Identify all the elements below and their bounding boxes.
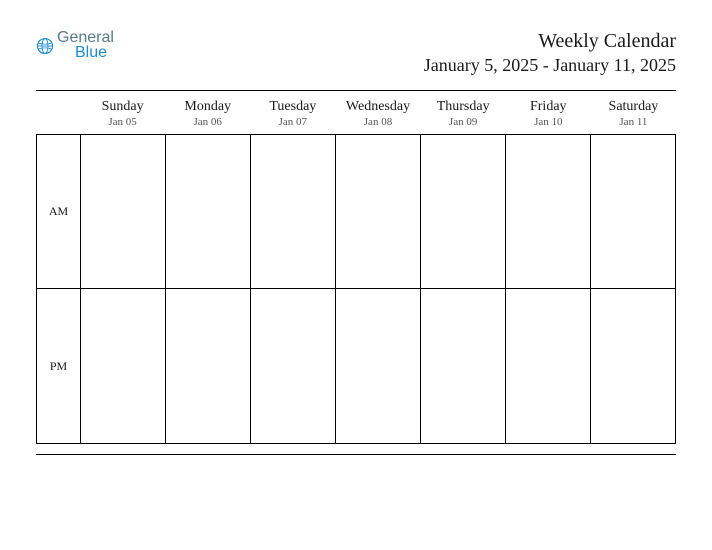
day-header-friday: Friday Jan 10	[506, 99, 591, 134]
day-name: Thursday	[421, 99, 506, 115]
day-name: Monday	[165, 99, 250, 115]
time-label-am: AM	[36, 134, 80, 289]
calendar-grid: AM PM	[36, 134, 676, 444]
cell-tue-am	[251, 134, 336, 289]
day-date: Jan 06	[165, 116, 250, 128]
day-header-sunday: Sunday Jan 05	[80, 99, 165, 134]
day-date: Jan 11	[591, 116, 676, 128]
cell-fri-am	[506, 134, 591, 289]
cell-tue-pm	[251, 289, 336, 444]
day-header-saturday: Saturday Jan 11	[591, 99, 676, 134]
cell-sun-am	[80, 134, 166, 289]
cell-wed-pm	[336, 289, 421, 444]
cell-thu-am	[421, 134, 506, 289]
day-name: Wednesday	[335, 99, 420, 115]
logo: General Blue	[36, 30, 114, 61]
day-header-wednesday: Wednesday Jan 08	[335, 99, 420, 134]
day-name: Friday	[506, 99, 591, 115]
divider-bottom	[36, 454, 676, 455]
day-name: Saturday	[591, 99, 676, 115]
grid-row-pm: PM	[36, 289, 676, 444]
day-header-monday: Monday Jan 06	[165, 99, 250, 134]
day-date: Jan 10	[506, 116, 591, 128]
cell-sun-pm	[80, 289, 166, 444]
day-date: Jan 08	[335, 116, 420, 128]
day-date: Jan 07	[250, 116, 335, 128]
cell-wed-am	[336, 134, 421, 289]
globe-icon	[36, 37, 54, 55]
title-block: Weekly Calendar January 5, 2025 - Januar…	[424, 30, 676, 76]
day-header-tuesday: Tuesday Jan 07	[250, 99, 335, 134]
cell-thu-pm	[421, 289, 506, 444]
cell-mon-am	[166, 134, 251, 289]
cell-sat-pm	[591, 289, 676, 444]
cell-mon-pm	[166, 289, 251, 444]
day-headers: Sunday Jan 05 Monday Jan 06 Tuesday Jan …	[36, 99, 676, 134]
day-date: Jan 05	[80, 116, 165, 128]
time-col-spacer	[36, 99, 80, 134]
grid-row-am: AM	[36, 134, 676, 289]
header: General Blue Weekly Calendar January 5, …	[36, 30, 676, 76]
day-date: Jan 09	[421, 116, 506, 128]
day-name: Tuesday	[250, 99, 335, 115]
day-header-thursday: Thursday Jan 09	[421, 99, 506, 134]
divider-top	[36, 90, 676, 91]
day-name: Sunday	[80, 99, 165, 115]
cell-fri-pm	[506, 289, 591, 444]
time-label-pm: PM	[36, 289, 80, 444]
calendar: Sunday Jan 05 Monday Jan 06 Tuesday Jan …	[36, 99, 676, 444]
page-title: Weekly Calendar	[424, 30, 676, 53]
cell-sat-am	[591, 134, 676, 289]
date-range: January 5, 2025 - January 11, 2025	[424, 55, 676, 76]
logo-text: General Blue	[57, 30, 114, 61]
logo-word-blue: Blue	[57, 45, 114, 61]
